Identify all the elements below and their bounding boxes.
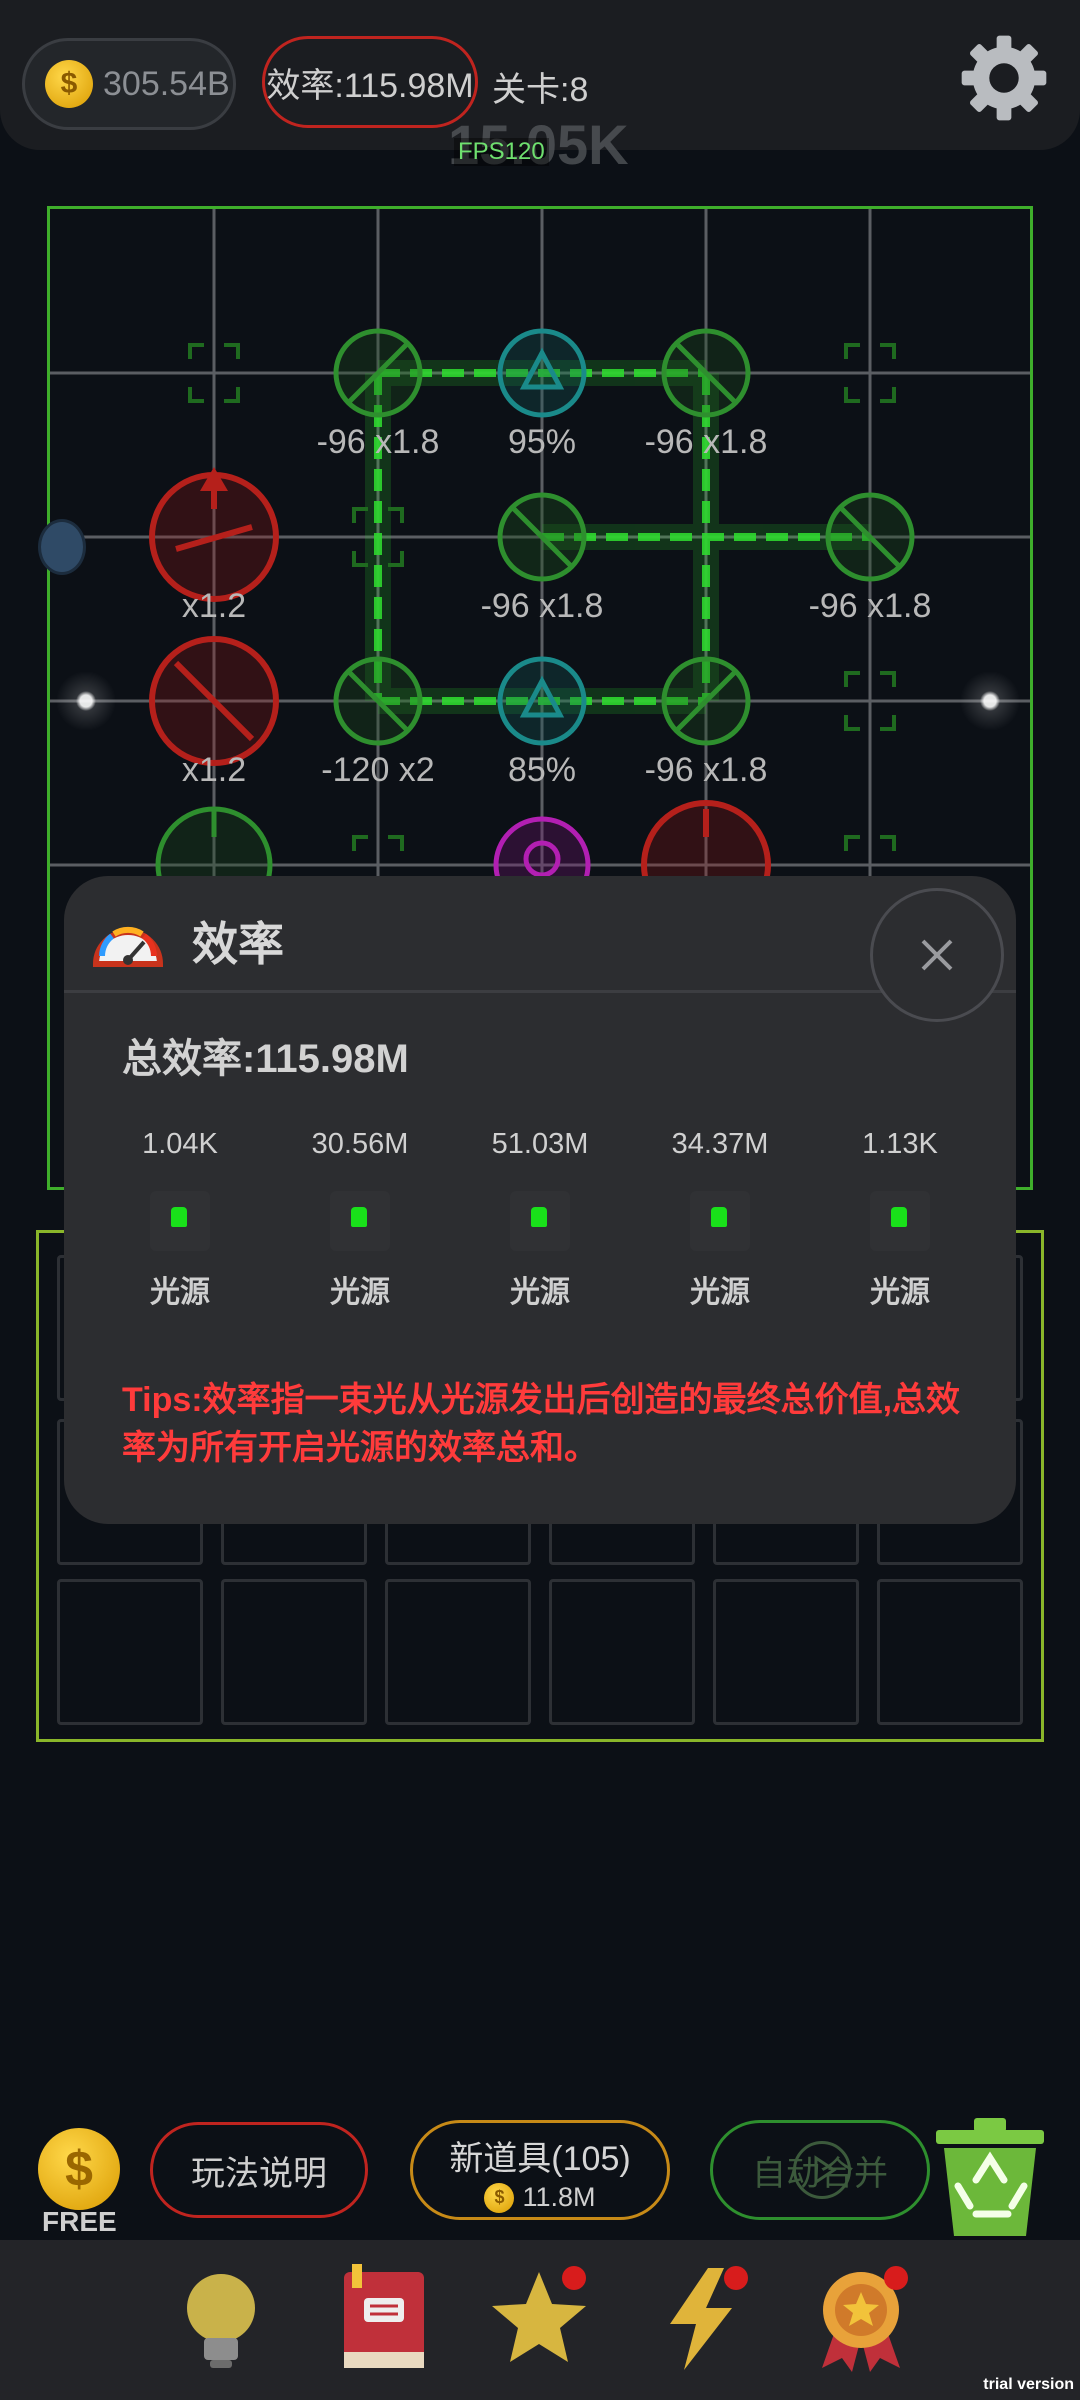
source-value: 1.13K	[862, 1128, 938, 1160]
cell-label: -96 x1.8	[316, 423, 440, 461]
coin-icon: $	[484, 2182, 515, 2213]
free-label: FREE	[42, 2206, 117, 2237]
source-name: 光源	[330, 1276, 390, 1309]
inventory-slot[interactable]	[549, 1579, 695, 1725]
free-coin-button[interactable]: $	[38, 2128, 120, 2210]
inventory-slot[interactable]	[385, 1579, 531, 1725]
light-source-icon	[870, 1191, 930, 1251]
inventory-slot[interactable]	[221, 1579, 367, 1725]
cell-label: 85%	[507, 751, 577, 789]
light-source-column: 34.37M 光源	[640, 1128, 800, 1311]
level-indicator: 关卡:8	[492, 71, 589, 109]
light-source-icon	[150, 1191, 210, 1251]
efficiency-dialog: 效率 总效率:115.98M 1.04K 光源 30.56M 光源 51.03M…	[64, 876, 1016, 1524]
coin-icon: $	[45, 60, 93, 108]
green-mirror[interactable]	[661, 656, 751, 746]
teal-prism[interactable]	[497, 328, 587, 418]
inventory-slot[interactable]	[877, 1579, 1023, 1725]
source-name: 光源	[510, 1276, 570, 1309]
play-icon	[793, 2141, 851, 2199]
efficiency-value: 效率:115.98M	[266, 66, 474, 105]
light-source-column: 1.04K 光源	[100, 1128, 260, 1311]
new-item-price: $ 11.8M	[413, 2182, 667, 2213]
new-item-button[interactable]: 新道具(105) $ 11.8M	[410, 2120, 670, 2220]
how-to-play-button[interactable]: 玩法说明	[150, 2122, 368, 2218]
cell-label: -120 x2	[321, 751, 435, 789]
dialog-title: 效率	[192, 918, 284, 970]
source-name: 光源	[870, 1276, 930, 1309]
tips-text: Tips:效率指一束光从光源发出后创造的最终总价值,总效率为所有开启光源的效率总…	[122, 1381, 961, 1467]
how-to-play-label: 玩法说明	[191, 2154, 327, 2193]
book-icon[interactable]	[328, 2264, 438, 2374]
efficiency-button[interactable]: 效率:115.98M	[262, 36, 478, 128]
auto-merge-button[interactable]: 自动合并	[710, 2120, 930, 2220]
speedometer-icon	[92, 926, 164, 967]
money-value: 305.54B	[103, 64, 230, 103]
source-value: 1.04K	[142, 1128, 218, 1160]
fps-counter: FPS120	[454, 138, 549, 166]
light-source-column: 1.13K 光源	[820, 1128, 980, 1311]
trial-watermark: trial version	[983, 2376, 1074, 2393]
total-efficiency: 总效率:115.98M	[122, 1037, 409, 1081]
gear-icon[interactable]	[958, 32, 1050, 124]
cell-label: -96 x1.8	[644, 423, 768, 461]
game-screen: $ 305.54B 效率:115.98M 关卡:8 15.05K FPS120	[0, 0, 1080, 2400]
light-source-icon	[330, 1191, 390, 1251]
light-source-column: 30.56M 光源	[280, 1128, 440, 1311]
cell-label: -96 x1.8	[808, 587, 932, 625]
source-value: 51.03M	[491, 1128, 589, 1160]
red-device[interactable]	[149, 636, 279, 766]
close-icon	[921, 939, 953, 971]
close-button[interactable]	[870, 888, 1004, 1022]
green-mirror[interactable]	[825, 492, 915, 582]
teal-prism[interactable]	[497, 656, 587, 746]
side-indicator	[38, 519, 86, 575]
red-device[interactable]	[149, 467, 279, 602]
green-mirror[interactable]	[333, 656, 423, 746]
recycle-bin-icon[interactable]	[930, 2110, 1050, 2240]
notification-dot	[724, 2266, 748, 2290]
source-name: 光源	[690, 1276, 750, 1309]
price-value: 11.8M	[522, 2182, 596, 2212]
cell-label: x1.2	[181, 587, 247, 625]
source-value: 30.56M	[311, 1128, 409, 1160]
light-source-icon	[690, 1191, 750, 1251]
cell-label: -96 x1.8	[644, 751, 768, 789]
notification-dot	[884, 2266, 908, 2290]
light-source-icon	[510, 1191, 570, 1251]
inventory-slot[interactable]	[57, 1579, 203, 1725]
bottom-nav: trial version	[0, 2240, 1080, 2400]
source-value: 34.37M	[671, 1128, 769, 1160]
green-mirror[interactable]	[333, 328, 423, 418]
light-emitter-left	[56, 671, 116, 731]
lightbulb-icon[interactable]	[166, 2264, 276, 2374]
cell-label: 95%	[507, 423, 577, 461]
light-emitter-right	[960, 671, 1020, 731]
source-name: 光源	[150, 1276, 210, 1309]
new-item-label: 新道具(105)	[449, 2140, 631, 2178]
inventory-slot[interactable]	[713, 1579, 859, 1725]
money-counter: $ 305.54B	[22, 38, 236, 130]
notification-dot	[562, 2266, 586, 2290]
green-mirror[interactable]	[497, 492, 587, 582]
green-mirror[interactable]	[661, 328, 751, 418]
cell-label: -96 x1.8	[480, 587, 604, 625]
cell-label: x1.2	[181, 751, 247, 789]
light-source-column: 51.03M 光源	[460, 1128, 620, 1311]
